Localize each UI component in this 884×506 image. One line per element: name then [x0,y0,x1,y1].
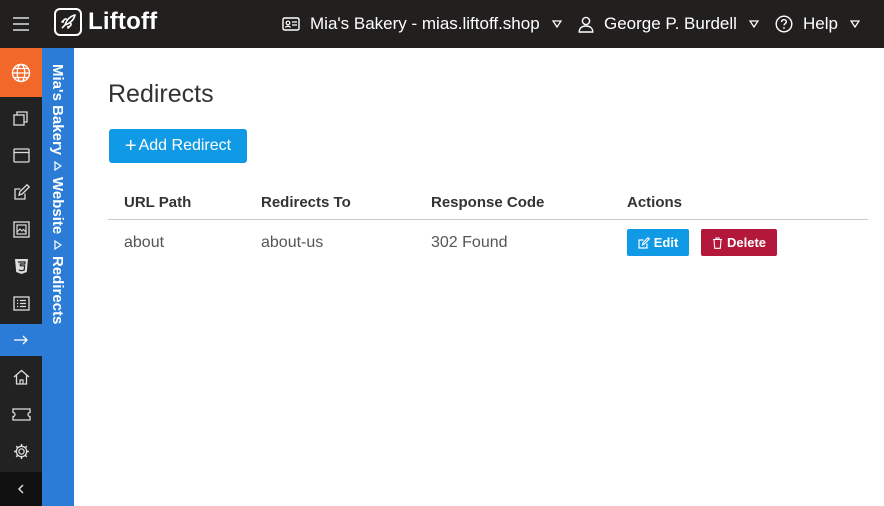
user-icon [578,16,594,33]
breadcrumb-item-website[interactable]: Website [49,177,66,234]
help-label: Help [803,14,838,33]
sidebar-item-layouts[interactable] [0,138,42,172]
column-header-url-path: URL Path [124,194,192,211]
sidebar-item-media[interactable] [0,212,42,246]
sidebar-item-content-lists[interactable] [0,286,42,320]
site-selector[interactable]: Mia's Bakery - mias.liftoff.shop [282,0,562,48]
sidebar-item-home[interactable] [0,360,42,394]
chevron-left-icon [17,484,24,494]
column-header-actions: Actions [627,194,683,211]
column-header-redirects-to: Redirects To [261,194,351,211]
cell-redirects-to: about-us [261,234,324,251]
add-redirect-label: Add Redirect [138,137,232,154]
page-title: Redirects [108,80,214,108]
table-row: about about-us 302 Found Edit Delete [108,220,868,268]
breadcrumb-item-site[interactable]: Mia's Bakery [49,64,66,155]
help-menu[interactable]: Help [775,0,860,48]
cell-response-code: 302 Found [431,234,508,251]
sidebar-item-pages[interactable] [0,101,42,135]
pages-icon [13,111,28,126]
user-menu[interactable]: George P. Burdell [578,0,759,48]
logo[interactable]: Liftoff [54,8,157,36]
column-header-response-code: Response Code [431,194,545,211]
hamburger-menu-button[interactable] [0,0,42,48]
caret-down-icon [849,20,860,28]
trash-icon [712,236,722,249]
main-content: Redirects + Add Redirect URL Path Redire… [74,48,884,506]
sidebar-item-tickets[interactable] [0,397,42,431]
sidebar-item-websites[interactable] [0,48,42,97]
rocket-icon [54,8,82,36]
icon-sidebar [0,48,42,506]
breadcrumb: Mia's Bakery Website Redirects [42,48,74,506]
home-icon [13,369,29,385]
delete-label: Delete [726,235,767,250]
edit-icon [638,236,650,249]
sidebar-item-editor[interactable] [0,175,42,209]
sidebar-item-styles[interactable] [0,249,42,283]
caret-down-icon [748,20,759,28]
top-bar: Liftoff Mia's Bakery - mias.liftoff.shop… [0,0,884,48]
sidebar-item-settings[interactable] [0,434,42,468]
arrow-right-icon [14,335,28,345]
sidebar-item-redirects[interactable] [0,324,42,356]
gear-icon [13,443,29,459]
list-icon [12,295,30,311]
css-icon [14,258,28,274]
user-label: George P. Burdell [604,14,737,33]
image-icon [12,220,30,238]
hamburger-icon [13,17,29,31]
window-icon [12,147,30,163]
caret-right-icon [53,161,62,172]
table-header: URL Path Redirects To Response Code Acti… [108,188,868,220]
edit-icon [13,183,30,200]
collapse-sidebar-button[interactable] [0,472,42,506]
app-name: Liftoff [88,8,158,35]
caret-right-icon [53,240,62,251]
id-card-icon [282,17,300,31]
cell-url-path: about [124,234,165,251]
site-label: Mia's Bakery - mias.liftoff.shop [310,14,540,33]
edit-button[interactable]: Edit [627,229,689,256]
question-circle-icon [775,15,793,33]
ticket-icon [11,407,31,421]
add-redirect-button[interactable]: + Add Redirect [109,129,247,163]
edit-label: Edit [653,235,679,250]
caret-down-icon [551,20,562,28]
redirects-table: URL Path Redirects To Response Code Acti… [108,188,868,268]
plus-icon: + [124,135,137,157]
delete-button[interactable]: Delete [701,229,777,256]
breadcrumb-item-redirects: Redirects [49,256,66,325]
globe-icon [11,63,31,82]
